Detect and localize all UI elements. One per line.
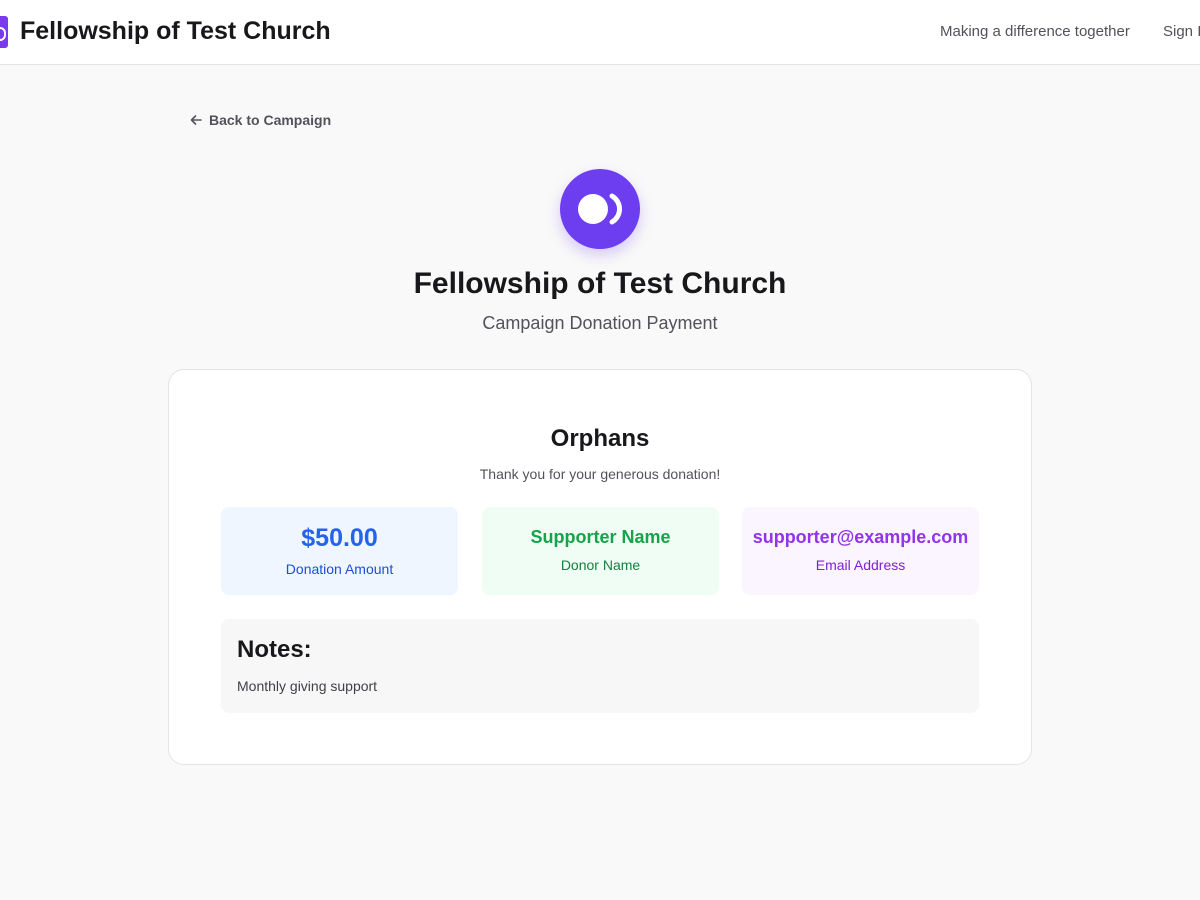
donation-amount-label: Donation Amount bbox=[285, 561, 394, 577]
donation-amount-tile: $50.00 Donation Amount bbox=[221, 507, 458, 595]
email-address-label: Email Address bbox=[815, 557, 906, 573]
sign-in-link[interactable]: Sign In bbox=[1163, 22, 1200, 42]
donation-amount-value: $50.00 bbox=[301, 524, 378, 552]
brand-logo-icon[interactable] bbox=[0, 16, 8, 48]
back-link-label: Back to Campaign bbox=[209, 112, 332, 128]
page-subtitle: Campaign Donation Payment bbox=[482, 313, 718, 333]
notes-text: Monthly giving support bbox=[237, 678, 378, 694]
organization-title: Fellowship of Test Church bbox=[413, 267, 787, 300]
donor-name-value: Supporter Name bbox=[530, 527, 671, 547]
donation-confirmation-card: Orphans Thank you for your generous dona… bbox=[168, 369, 1032, 765]
email-address-tile: supporter@example.com Email Address bbox=[742, 507, 979, 595]
org-logo-icon bbox=[560, 169, 640, 249]
thank-you-message: Thank you for your generous donation! bbox=[479, 466, 721, 482]
notes-panel: Notes: Monthly giving support bbox=[221, 619, 979, 713]
back-to-campaign-link[interactable]: Back to Campaign bbox=[189, 112, 331, 128]
top-navigation-bar: Fellowship of Test Church Making a diffe… bbox=[0, 0, 1200, 65]
arrow-left-icon bbox=[189, 113, 203, 127]
notes-heading: Notes: bbox=[237, 636, 312, 663]
brand-name[interactable]: Fellowship of Test Church bbox=[20, 14, 331, 48]
donor-name-tile: Supporter Name Donor Name bbox=[482, 507, 719, 595]
campaign-title: Orphans bbox=[550, 425, 650, 452]
header-tagline: Making a difference together bbox=[940, 23, 1130, 40]
email-address-value: supporter@example.com bbox=[752, 527, 969, 547]
donor-name-label: Donor Name bbox=[560, 557, 641, 573]
